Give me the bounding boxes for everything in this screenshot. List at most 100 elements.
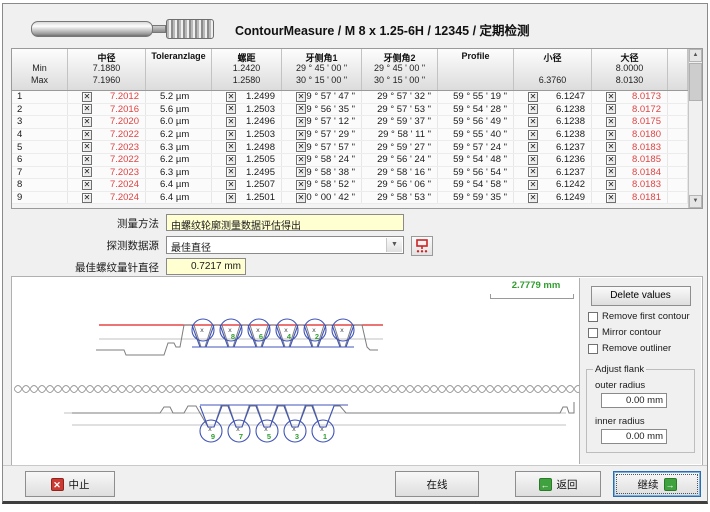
checkbox-checked-icon[interactable]: ✕	[226, 155, 236, 165]
checkbox-checked-icon[interactable]: ✕	[606, 92, 616, 102]
checkbox-checked-icon[interactable]: ✕	[528, 142, 538, 152]
remove-outliner-option[interactable]: Remove outliner	[588, 343, 701, 354]
page-title: ContourMeasure / M 8 x 1.25-6H / 12345 /…	[235, 20, 530, 39]
checkbox-checked-icon[interactable]: ✕	[296, 193, 306, 203]
cell-value: 1.2496	[246, 116, 275, 127]
thread-gauge-icon	[31, 18, 223, 40]
cell-profile: 59 ° 54 ' 58 "	[438, 179, 514, 191]
checkbox-unchecked-icon[interactable]	[588, 344, 598, 354]
checkbox-checked-icon[interactable]: ✕	[528, 92, 538, 102]
mirror-contour-option[interactable]: Mirror contour	[588, 327, 701, 338]
checkbox-checked-icon[interactable]: ✕	[82, 92, 92, 102]
checkbox-unchecked-icon[interactable]	[588, 328, 598, 338]
table-row[interactable]: 9✕7.20246.4 µm✕1.2501✕30 ° 00 ' 42 "29 °…	[12, 192, 688, 205]
checkbox-checked-icon[interactable]: ✕	[296, 104, 306, 114]
top-profile-svg[interactable]: xx8x6x4x2x	[14, 289, 580, 381]
continue-button[interactable]: 继续 →	[613, 471, 701, 497]
checkbox-checked-icon[interactable]: ✕	[296, 167, 306, 177]
checkbox-checked-icon[interactable]: ✕	[82, 180, 92, 190]
cell-value: 8.0185	[632, 154, 661, 165]
checkbox-checked-icon[interactable]: ✕	[82, 167, 92, 177]
method-field[interactable]: 由螺纹轮廓测量数据评估得出	[166, 214, 404, 231]
inner-radius-input[interactable]: 0.00 mm	[601, 429, 667, 444]
checkbox-checked-icon[interactable]: ✕	[82, 142, 92, 152]
table-row[interactable]: 4✕7.20226.2 µm✕1.2503✕29 ° 57 ' 29 "29 °…	[12, 129, 688, 142]
checkbox-checked-icon[interactable]: ✕	[606, 193, 616, 203]
remove-first-contour-option[interactable]: Remove first contour	[588, 311, 701, 322]
checkbox-checked-icon[interactable]: ✕	[226, 92, 236, 102]
checkbox-checked-icon[interactable]: ✕	[528, 130, 538, 140]
checkbox-checked-icon[interactable]: ✕	[296, 180, 306, 190]
cell-value: 9	[17, 192, 22, 203]
checkbox-checked-icon[interactable]: ✕	[296, 130, 306, 140]
checkbox-checked-icon[interactable]: ✕	[296, 142, 306, 152]
checkbox-checked-icon[interactable]: ✕	[226, 167, 236, 177]
checkbox-checked-icon[interactable]: ✕	[226, 193, 236, 203]
back-button[interactable]: ← 返回	[515, 471, 601, 497]
source-dropdown[interactable]: 最佳直径 ▼	[166, 236, 404, 254]
table-row[interactable]: 2✕7.20165.6 µm✕1.2503✕29 ° 56 ' 35 "29 °…	[12, 104, 688, 117]
abort-button[interactable]: ✕ 中止	[25, 471, 115, 497]
online-button[interactable]: 在线	[395, 471, 479, 497]
cell-value: 8.0172	[632, 104, 661, 115]
table-scrollbar[interactable]: ▲ ▼	[688, 49, 702, 208]
checkbox-checked-icon[interactable]: ✕	[82, 117, 92, 127]
checkbox-checked-icon[interactable]: ✕	[606, 130, 616, 140]
checkbox-checked-icon[interactable]: ✕	[226, 130, 236, 140]
cell-value: 7.2024	[110, 192, 139, 203]
checkbox-checked-icon[interactable]: ✕	[226, 180, 236, 190]
checkbox-checked-icon[interactable]: ✕	[82, 130, 92, 140]
scrollbar-thumb[interactable]	[689, 63, 702, 101]
checkbox-checked-icon[interactable]: ✕	[606, 167, 616, 177]
scroll-up-icon[interactable]: ▲	[689, 49, 702, 62]
table-row[interactable]: 3✕7.20206.0 µm✕1.2496✕29 ° 57 ' 12 "29 °…	[12, 116, 688, 129]
cell-value: 1.2498	[246, 142, 275, 153]
cell-value: 6.2 µm	[160, 129, 189, 140]
checkbox-checked-icon[interactable]: ✕	[606, 155, 616, 165]
source-dropdown-value: 最佳直径	[171, 243, 211, 254]
table-row[interactable]: 7✕7.20236.3 µm✕1.2495✕29 ° 58 ' 38 "29 °…	[12, 167, 688, 180]
checkbox-checked-icon[interactable]: ✕	[606, 104, 616, 114]
checkbox-checked-icon[interactable]: ✕	[226, 117, 236, 127]
table-row[interactable]: 1✕7.20125.2 µm✕1.2499✕29 ° 57 ' 47 "29 °…	[12, 91, 688, 104]
outer-radius-input[interactable]: 0.00 mm	[601, 393, 667, 408]
column-header: 牙侧角129 ° 45 ' 00 "30 ° 15 ' 00 "	[282, 49, 362, 90]
checkbox-checked-icon[interactable]: ✕	[606, 180, 616, 190]
delete-values-button[interactable]: Delete values	[591, 286, 691, 306]
probe-number: 2	[315, 332, 319, 341]
cell-value: 29 ° 59 ' 27 "	[377, 142, 431, 153]
options-panel: Delete values Remove first contour Mirro…	[579, 278, 701, 464]
checkbox-checked-icon[interactable]: ✕	[528, 180, 538, 190]
probe-points-button[interactable]	[411, 236, 433, 256]
probe-number: 3	[295, 432, 299, 441]
wire-diameter-field[interactable]: 0.7217 mm	[166, 258, 246, 275]
table-row[interactable]: 6✕7.20226.2 µm✕1.2505✕29 ° 58 ' 24 "29 °…	[12, 154, 688, 167]
cell-value: 6.3 µm	[160, 142, 189, 153]
checkbox-checked-icon[interactable]: ✕	[226, 142, 236, 152]
checkbox-checked-icon[interactable]: ✕	[82, 104, 92, 114]
checkbox-checked-icon[interactable]: ✕	[528, 167, 538, 177]
checkbox-checked-icon[interactable]: ✕	[606, 142, 616, 152]
checkbox-checked-icon[interactable]: ✕	[226, 104, 236, 114]
checkbox-checked-icon[interactable]: ✕	[528, 104, 538, 114]
cell-fa2: 29 ° 59 ' 27 "	[362, 141, 438, 153]
checkbox-checked-icon[interactable]: ✕	[528, 117, 538, 127]
checkbox-checked-icon[interactable]: ✕	[296, 155, 306, 165]
cell-value: 29 ° 58 ' 11 "	[378, 129, 431, 140]
checkbox-checked-icon[interactable]: ✕	[528, 193, 538, 203]
table-row[interactable]: 8✕7.20246.4 µm✕1.2507✕29 ° 58 ' 52 "29 °…	[12, 179, 688, 192]
table-row[interactable]: 5✕7.20236.3 µm✕1.2498✕29 ° 57 ' 57 "29 °…	[12, 141, 688, 154]
cell-value: 6.1238	[556, 104, 585, 115]
checkbox-checked-icon[interactable]: ✕	[296, 92, 306, 102]
checkbox-checked-icon[interactable]: ✕	[296, 117, 306, 127]
bottom-profile-svg[interactable]: x9x7x5x3x1	[14, 397, 580, 465]
chevron-down-icon[interactable]: ▼	[386, 238, 402, 252]
cell-n: 7	[12, 167, 68, 179]
checkbox-checked-icon[interactable]: ✕	[606, 117, 616, 127]
scroll-down-icon[interactable]: ▼	[689, 195, 702, 208]
checkbox-checked-icon[interactable]: ✕	[528, 155, 538, 165]
checkbox-checked-icon[interactable]: ✕	[82, 155, 92, 165]
checkbox-checked-icon[interactable]: ✕	[82, 193, 92, 203]
checkbox-unchecked-icon[interactable]	[588, 312, 598, 322]
column-header-filler	[668, 49, 688, 90]
